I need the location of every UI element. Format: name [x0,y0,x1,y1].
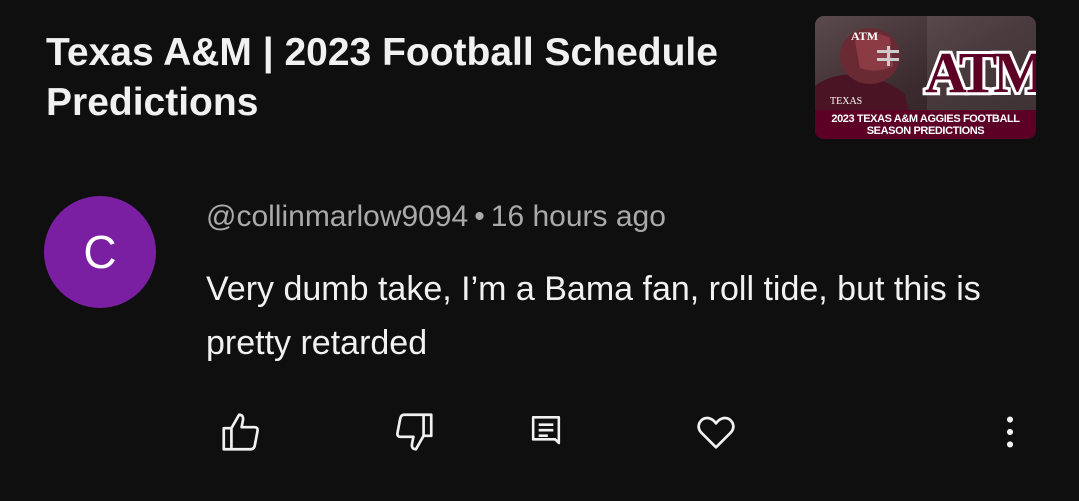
reply-button[interactable] [522,408,570,456]
meta-separator: • [474,200,485,233]
thumbnail-caption-line1: 2023 TEXAS A&M AGGIES FOOTBALL [831,113,1020,125]
heart-icon [697,416,735,449]
comment-author[interactable]: @collinmarlow9094 [206,200,468,233]
comment-time[interactable]: 16 hours ago [491,200,666,233]
video-thumbnail[interactable]: ATM TEXAS ATM ATM 2023 TEXAS A&M AGGIES … [815,16,1036,139]
avatar-letter: C [83,226,117,278]
svg-text:ATM: ATM [851,29,878,43]
comment-meta: @collinmarlow9094 • 16 hours ago [206,200,666,234]
thumbs-down-icon [396,413,433,451]
more-options-button[interactable] [986,408,1034,456]
thumbs-up-icon [222,413,259,451]
jersey-text: TEXAS [830,96,862,107]
thumbnail-caption: 2023 TEXAS A&M AGGIES FOOTBALL SEASON PR… [815,113,1036,137]
avatar[interactable]: C [44,196,156,308]
more-vert-icon [1006,416,1014,448]
dislike-button[interactable] [390,408,438,456]
like-button[interactable] [217,408,265,456]
svg-text:ATM: ATM [925,40,1036,105]
heart-button[interactable] [692,408,740,456]
thumbnail-caption-line2: SEASON PREDICTIONS [866,125,985,137]
comment-text: Very dumb take, I’m a Bama fan, roll tid… [206,270,981,362]
reply-icon [531,416,561,445]
video-title[interactable]: Texas A&M | 2023 Football Schedule Predi… [46,28,796,128]
